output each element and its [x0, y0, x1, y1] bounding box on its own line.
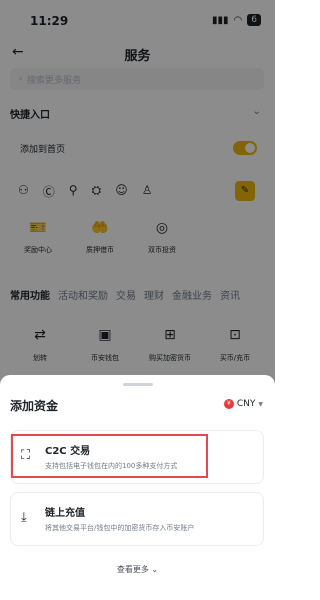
sheet-title: 添加资金 — [10, 399, 59, 413]
currency-selector[interactable]: ¥ CNY ▼ — [223, 399, 263, 409]
download-icon: ⤓ — [21, 510, 27, 525]
cny-flag-icon: ¥ — [223, 399, 234, 409]
view-more-link[interactable]: 查看更多 ⌄ — [0, 564, 275, 575]
view-more-label: 查看更多 — [116, 565, 149, 574]
highlight-box — [11, 434, 208, 478]
onchain-deposit-card[interactable]: ⤓ 链上充值 将其他交易平台/钱包中的加密货币存入币安账户 — [10, 492, 264, 546]
option-title: 链上充值 — [45, 508, 85, 519]
currency-label: CNY — [236, 399, 256, 409]
chevron-down-icon: ⌄ — [151, 565, 159, 574]
option-desc: 将其他交易平台/钱包中的加密货币存入币安账户 — [45, 524, 195, 532]
caret-down-icon: ▼ — [258, 400, 263, 408]
drag-handle[interactable] — [123, 383, 153, 386]
